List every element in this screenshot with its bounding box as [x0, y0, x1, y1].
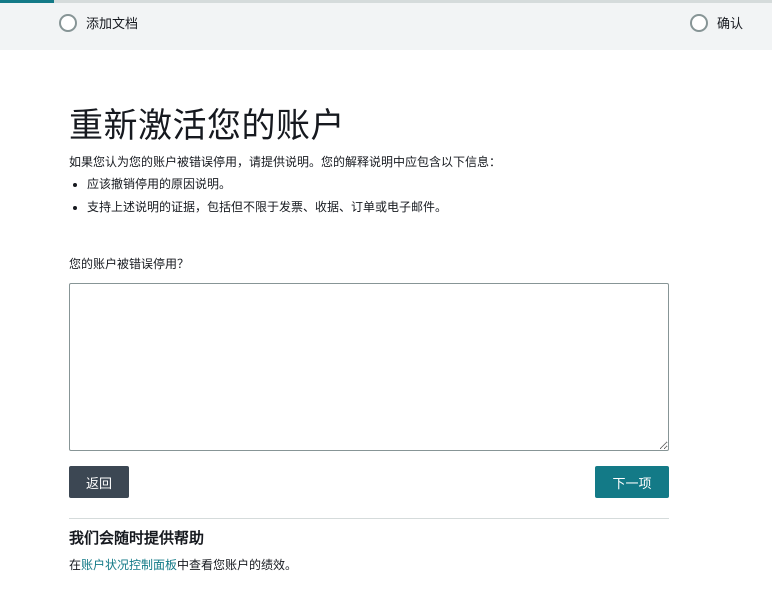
progress-bar-fill: [0, 0, 55, 3]
help-prefix: 在: [69, 558, 82, 572]
divider: [69, 518, 669, 519]
page-title: 重新激活您的账户: [69, 106, 345, 146]
step-circle-icon: [690, 13, 708, 32]
requirements-list: 应该撤销停用的原因说明。 支持上述说明的证据，包括但不限于发票、收据、订单或电子…: [69, 176, 447, 222]
help-text: 在账户状况控制面板中查看您账户的绩效。: [69, 556, 297, 573]
next-button[interactable]: 下一项: [595, 466, 669, 498]
progress-stepper: 添加文档 确认: [0, 0, 772, 50]
back-button[interactable]: 返回: [69, 466, 129, 498]
step-label: 添加文档: [86, 17, 139, 32]
help-suffix: 中查看您账户的绩效。: [177, 558, 298, 572]
explanation-label: 您的账户被错误停用？: [69, 257, 190, 271]
step-circle-icon: [59, 13, 77, 32]
account-health-dashboard-link[interactable]: 账户状况控制面板: [81, 558, 177, 572]
list-item: 应该撤销停用的原因说明。: [87, 176, 447, 193]
explanation-textarea[interactable]: [69, 283, 669, 451]
list-item: 支持上述说明的证据，包括但不限于发票、收据、订单或电子邮件。: [87, 199, 447, 216]
step-confirm: 确认: [690, 13, 743, 32]
step-label: 确认: [717, 17, 744, 32]
help-title: 我们会随时提供帮助: [69, 529, 205, 547]
intro-text: 如果您认为您的账户被错误停用，请提供说明。您的解释说明中应包含以下信息：: [69, 155, 502, 169]
step-add-documents: 添加文档: [59, 13, 138, 32]
